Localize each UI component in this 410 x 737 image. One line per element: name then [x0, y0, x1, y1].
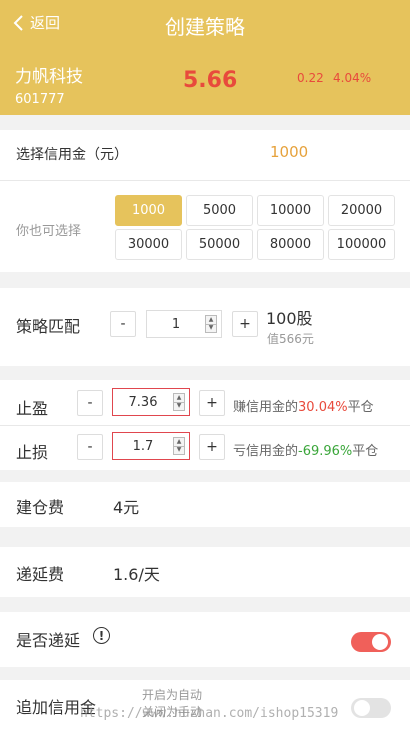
strategy-label: 策略匹配 [16, 317, 81, 336]
credit-option-20000[interactable]: 20000 [328, 195, 395, 226]
defer-toggle-row: 是否递延 ! [0, 612, 410, 667]
credit-option-100000[interactable]: 100000 [328, 229, 395, 260]
defer-fee-label: 递延费 [16, 565, 65, 584]
stock-price: 5.66 [183, 68, 238, 93]
build-fee-value: 4元 [113, 498, 140, 517]
stop-loss-label: 止损 [16, 443, 49, 462]
strategy-qty-value: 1 [171, 316, 181, 332]
defer-fee-row: 递延费 1.6/天 [0, 547, 410, 597]
defer-toggle-switch[interactable] [351, 632, 391, 652]
strategy-minus-button[interactable]: - [110, 311, 136, 337]
page-title: 创建策略 [165, 15, 245, 39]
credit-option-1000[interactable]: 1000 [115, 195, 182, 226]
take-profit-value: 7.36 [128, 394, 158, 410]
take-profit-plus-button[interactable]: + [199, 390, 225, 416]
divider [0, 425, 410, 426]
info-icon[interactable]: ! [93, 627, 110, 644]
strategy-plus-button[interactable]: + [232, 311, 258, 337]
watermark: https://www.huzhan.com/ishop15319 [80, 706, 339, 721]
price-change: 0.22 [297, 71, 324, 85]
add-credit-toggle-switch[interactable] [351, 698, 391, 718]
credit-option-30000[interactable]: 30000 [115, 229, 182, 260]
strategy-panel: 策略匹配 - 1 ▲ ▼ + 100股 值566元 [0, 288, 410, 366]
profit-loss-panel: 止盈 - 7.36 ▲ ▼ + 赚信用金的30.04%平仓 止损 - 1.7 ▲ ▼… [0, 380, 410, 470]
price-change-pct: 4.04% [333, 71, 372, 85]
take-profit-minus-button[interactable]: - [77, 390, 103, 416]
header: 返回 创建策略 力帆科技 601777 5.66 0.22 4.04% [0, 0, 410, 115]
spin-arrows-icon[interactable]: ▲ ▼ [205, 315, 217, 333]
take-profit-label: 止盈 [16, 399, 49, 418]
stop-loss-pct: -69.96% [298, 444, 353, 459]
app: 返回 创建策略 力帆科技 601777 5.66 0.22 4.04% 选择信用… [0, 0, 410, 737]
toggle-knob [354, 700, 370, 716]
defer-toggle-label: 是否递延 [16, 631, 81, 650]
note-text: 平仓 [347, 400, 374, 415]
spin-arrows-icon[interactable]: ▲ ▼ [173, 393, 185, 411]
credit-option-50000[interactable]: 50000 [186, 229, 253, 260]
stop-loss-value: 1.7 [132, 438, 154, 454]
stop-loss-stepper[interactable]: 1.7 ▲ ▼ [112, 432, 190, 460]
stop-loss-minus-button[interactable]: - [77, 434, 103, 460]
stock-name: 力帆科技 [15, 67, 83, 87]
credit-option-80000[interactable]: 80000 [257, 229, 324, 260]
stop-loss-note: 亏信用金的-69.96%平仓 [233, 440, 378, 459]
note-text: 平仓 [352, 444, 379, 459]
add-credit-hint-on: 开启为自动 [142, 688, 203, 702]
stock-code: 601777 [15, 92, 65, 107]
divider [0, 180, 410, 181]
build-fee-label: 建仓费 [16, 498, 65, 517]
alt-choice-label: 你也可选择 [16, 224, 82, 239]
toggle-knob [372, 634, 388, 650]
build-fee-row: 建仓费 4元 [0, 482, 410, 527]
take-profit-stepper[interactable]: 7.36 ▲ ▼ [112, 388, 190, 416]
credit-option-10000[interactable]: 10000 [257, 195, 324, 226]
credit-option-5000[interactable]: 5000 [186, 195, 253, 226]
take-profit-note: 赚信用金的30.04%平仓 [233, 396, 374, 415]
take-profit-pct: 30.04% [298, 400, 348, 415]
strategy-qty-stepper[interactable]: 1 ▲ ▼ [146, 310, 222, 338]
strategy-worth: 值566元 [267, 332, 314, 346]
credit-panel: 选择信用金（元） 1000 你也可选择 1000 5000 10000 2000… [0, 130, 410, 272]
note-text: 赚信用金的 [233, 400, 299, 415]
spin-arrows-icon[interactable]: ▲ ▼ [173, 437, 185, 455]
credit-value: 1000 [270, 143, 309, 161]
strategy-shares: 100股 [266, 309, 313, 328]
credit-label: 选择信用金（元） [16, 147, 128, 163]
note-text: 亏信用金的 [233, 444, 299, 459]
defer-fee-value: 1.6/天 [113, 565, 160, 584]
stop-loss-plus-button[interactable]: + [199, 434, 225, 460]
